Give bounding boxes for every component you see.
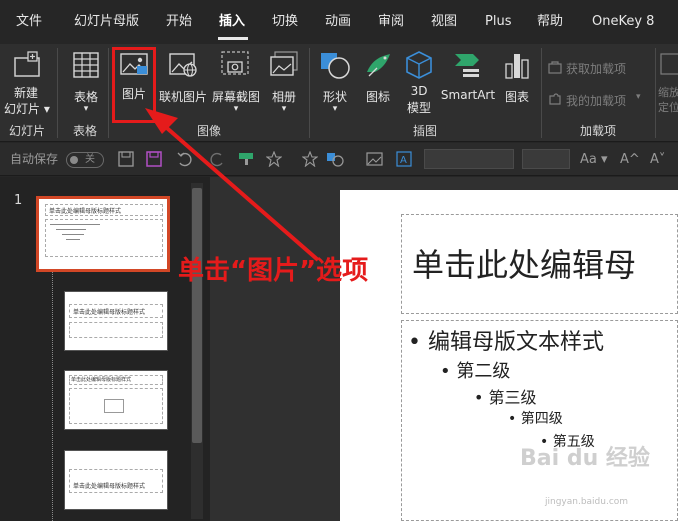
baidu-watermark-url: jingyan.baidu.com <box>545 497 629 507</box>
baidu-watermark: Bai du 经验 <box>520 446 650 471</box>
annotation-callout: 单击“图片”选项 <box>178 256 369 286</box>
